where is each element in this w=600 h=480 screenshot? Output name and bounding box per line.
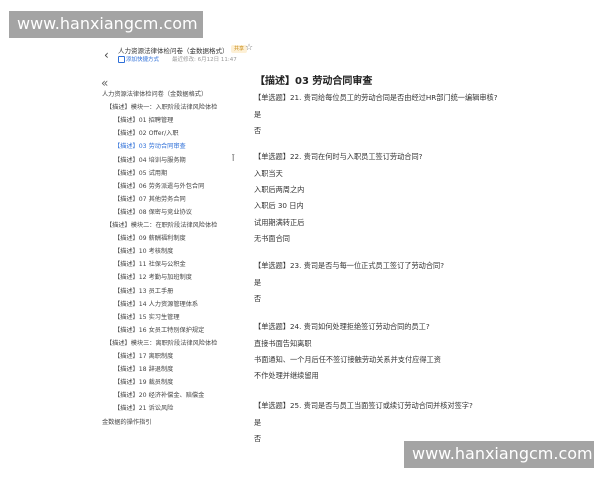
outline-item[interactable]: 【描述】05 试用期 xyxy=(114,170,167,178)
outline-item[interactable]: 【描述】13 员工手册 xyxy=(114,288,173,296)
outline-item[interactable]: 【描述】04 培训与服务期 xyxy=(114,157,186,165)
question-option[interactable]: 无书面合同 xyxy=(254,234,290,244)
outline-item[interactable]: 【描述】07 其他劳务合同 xyxy=(114,196,186,204)
question-option[interactable]: 不作处理并继续留用 xyxy=(254,371,319,381)
question-option[interactable]: 否 xyxy=(254,434,261,444)
outline-item[interactable]: 【描述】19 裁员制度 xyxy=(114,379,173,387)
outline-item[interactable]: 人力资源法律体检问卷（金数据格式） xyxy=(102,91,207,99)
question-option[interactable]: 直接书面告知离职 xyxy=(254,339,312,349)
outline-item[interactable]: 【描述】06 劳务派遣与外包合同 xyxy=(114,183,204,191)
outline-item[interactable]: 【描述】01 招聘管理 xyxy=(114,117,173,125)
question-option[interactable]: 入职当天 xyxy=(254,169,283,179)
watermark-top: www.hanxiangcm.com xyxy=(9,11,203,38)
outline-item[interactable]: 【描述】03 劳动合同审查 xyxy=(114,143,186,151)
star-icon[interactable]: ☆ xyxy=(245,43,253,53)
outline-item[interactable]: 【描述】15 实习生管理 xyxy=(114,314,180,322)
outline-item[interactable]: 【描述】18 辞退制度 xyxy=(114,366,173,374)
outline-item[interactable]: 【描述】模块三：离职阶段法律风险体检 xyxy=(106,340,217,348)
question-text: 【单选题】23. 贵司是否与每一位正式员工签订了劳动合同? xyxy=(254,261,445,270)
section-title: 【描述】03 劳动合同审查 xyxy=(255,76,373,87)
outline-item[interactable]: 金数据的操作指引 xyxy=(102,419,152,427)
question-option[interactable]: 书面通知、一个月后任不签订接触劳动关系并支付应得工资 xyxy=(254,355,441,365)
back-icon[interactable]: ‹ xyxy=(104,48,109,62)
outline-item[interactable]: 【描述】09 薪酬福利制度 xyxy=(114,235,186,243)
outline-item[interactable]: 【描述】02 Offer/入职 xyxy=(114,130,179,138)
question-option[interactable]: 否 xyxy=(254,294,261,304)
outline-item[interactable]: 【描述】16 女员工特别保护规定 xyxy=(114,327,204,335)
question-text: 【单选题】25. 贵司是否与员工当面签订或续订劳动合同并核对签字? xyxy=(254,401,473,410)
question-option[interactable]: 入职后两周之内 xyxy=(254,185,304,195)
text-cursor-icon: Ī xyxy=(232,154,235,163)
document-page: ‹ 人力资源法律体检问卷（金数据格式） 共享 ☆ 添加快捷方式 最近修改: 6月… xyxy=(0,0,600,480)
outline-item[interactable]: 【描述】08 保密与竞业协议 xyxy=(114,209,192,217)
watermark-bottom: www.hanxiangcm.com xyxy=(404,441,594,468)
last-modified: 最近修改: 6月12日 11:47 xyxy=(172,57,237,63)
outline-item[interactable]: 【描述】14 人力资源管理体系 xyxy=(114,301,198,309)
outline-item[interactable]: 【描述】12 考勤与加班制度 xyxy=(114,274,192,282)
question-option[interactable]: 试用期满转正后 xyxy=(254,218,304,228)
collapse-sidebar-icon[interactable]: « xyxy=(101,76,108,90)
question-text: 【单选题】22. 贵司在何时与入职员工签订劳动合同? xyxy=(254,152,423,161)
shortcut-icon xyxy=(118,56,125,63)
question-text: 【单选题】21. 贵司给每位员工的劳动合同是否由经过HR部门统一编辑审核? xyxy=(254,93,498,102)
outline-item[interactable]: 【描述】17 离职制度 xyxy=(114,353,173,361)
question-text: 【单选题】24. 贵司如何处理拒绝签订劳动合同的员工? xyxy=(254,322,430,331)
outline-item[interactable]: 【描述】模块一：入职阶段法律风险体检 xyxy=(106,104,217,112)
question-option[interactable]: 是 xyxy=(254,418,261,428)
add-shortcut-link[interactable]: 添加快捷方式 xyxy=(126,55,159,63)
outline-item[interactable]: 【描述】模块二：在职阶段法律风险体检 xyxy=(106,222,217,230)
outline-item[interactable]: 【描述】21 诉讼风险 xyxy=(114,405,173,413)
document-title: 人力资源法律体检问卷（金数据格式） xyxy=(118,47,229,55)
outline-item[interactable]: 【描述】10 考核制度 xyxy=(114,248,173,256)
question-option[interactable]: 是 xyxy=(254,110,261,120)
outline-item[interactable]: 【描述】11 社保与公积金 xyxy=(114,261,186,269)
question-option[interactable]: 否 xyxy=(254,126,261,136)
outline-item[interactable]: 【描述】20 经济补偿金、赔偿金 xyxy=(114,392,204,400)
question-option[interactable]: 是 xyxy=(254,278,261,288)
question-option[interactable]: 入职后 30 日内 xyxy=(254,201,304,211)
